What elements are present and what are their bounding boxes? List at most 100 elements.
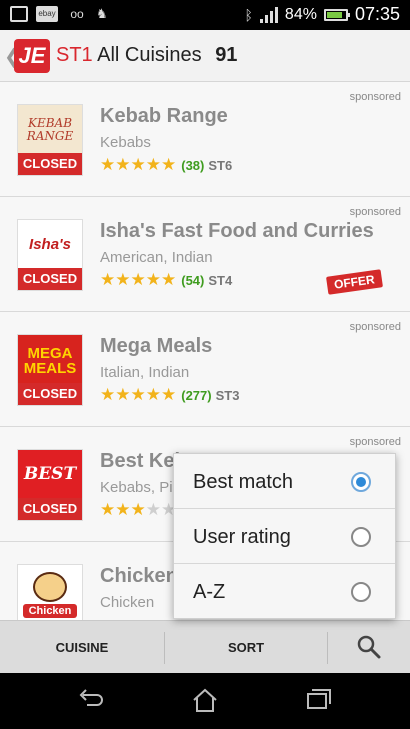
logo-text: BEST xyxy=(23,464,77,484)
restaurant-cuisine: Chicken xyxy=(100,594,155,611)
home-icon[interactable] xyxy=(191,687,219,713)
voicemail-icon: oo xyxy=(70,7,84,21)
review-count: (38) xyxy=(181,158,205,173)
sort-popup: Best match User rating A-Z xyxy=(173,453,396,619)
logo-text: Isha's xyxy=(29,235,71,253)
search-button[interactable] xyxy=(328,621,410,674)
sort-option-a-z[interactable]: A-Z xyxy=(174,564,395,619)
star-icon: ★ xyxy=(130,270,146,289)
star-icon: ★ xyxy=(145,270,161,289)
sort-option-best-match[interactable]: Best match xyxy=(174,454,395,509)
restaurant-logo: MEGA MEALS CLOSED xyxy=(17,334,83,406)
ebay-icon: ebay xyxy=(36,6,58,22)
rating-row: ★★★★★ (38) ST6 xyxy=(100,156,232,175)
app-logo[interactable]: JE xyxy=(14,39,50,73)
closed-badge: CLOSED xyxy=(18,498,82,520)
recent-apps-icon[interactable] xyxy=(305,687,333,711)
sort-button[interactable]: SORT xyxy=(165,621,327,674)
star-icon: ★ xyxy=(130,155,146,174)
navigation-bar xyxy=(0,673,410,729)
restaurant-name: Kebab Range xyxy=(100,105,228,127)
restaurant-name: Best Kel xyxy=(100,450,181,472)
result-count: 91 xyxy=(215,44,238,66)
chicken-mascot-icon xyxy=(33,572,67,602)
restaurant-postcode: ST4 xyxy=(208,273,233,288)
restaurant-cuisine: Italian, Indian xyxy=(100,364,190,381)
bluetooth-icon: ᛒ xyxy=(244,6,253,23)
rating-row: ★★★★★ xyxy=(100,501,176,520)
sort-option-label: User rating xyxy=(193,526,291,548)
sponsored-label: sponsored xyxy=(349,206,401,218)
title-text: All Cuisines xyxy=(97,44,202,66)
star-icon: ★ xyxy=(115,500,131,519)
restaurant-postcode: ST6 xyxy=(208,158,233,173)
star-rating: ★★★★★ xyxy=(100,156,176,175)
search-icon xyxy=(357,635,381,659)
closed-badge: CLOSED xyxy=(18,268,82,290)
sponsored-label: sponsored xyxy=(349,436,401,448)
star-icon: ★ xyxy=(115,155,131,174)
star-icon: ★ xyxy=(130,500,146,519)
signal-icon xyxy=(259,6,278,23)
restaurant-logo: KEBAB RANGE CLOSED xyxy=(17,104,83,176)
star-icon: ★ xyxy=(100,155,116,174)
back-icon[interactable] xyxy=(77,687,105,711)
star-icon: ★ xyxy=(145,155,161,174)
rating-row: ★★★★★ (54) ST4 xyxy=(100,271,232,290)
star-icon: ★ xyxy=(100,270,116,289)
star-icon: ★ xyxy=(100,500,116,519)
status-bar: ebay oo ♞ ᛒ 84% 07:35 xyxy=(0,0,410,30)
restaurant-logo: Isha's CLOSED xyxy=(17,219,83,291)
sort-option-label: Best match xyxy=(193,471,294,493)
restaurant-row[interactable]: sponsored Isha's CLOSED Isha's Fast Food… xyxy=(0,197,410,312)
postcode: ST1 xyxy=(56,44,93,66)
restaurant-row[interactable]: sponsored MEGA MEALS CLOSED Mega Meals I… xyxy=(0,312,410,427)
restaurant-name: Chicken xyxy=(100,565,178,587)
star-rating: ★★★★★ xyxy=(100,271,176,290)
restaurant-cuisine: Kebabs, Pi xyxy=(100,479,173,496)
restaurant-name: Mega Meals xyxy=(100,335,213,357)
radio-button[interactable] xyxy=(351,472,371,492)
logo-text: Chicken xyxy=(18,565,82,620)
offer-badge: OFFER xyxy=(326,269,383,295)
star-rating: ★★★★★ xyxy=(100,501,176,520)
star-icon: ★ xyxy=(161,385,177,404)
sort-option-label: A-Z xyxy=(193,581,226,603)
logo-text: KEBAB RANGE xyxy=(26,116,74,143)
action-bar: ❮ JE ST1 All Cuisines 91 xyxy=(0,30,410,82)
page-title: ST1 All Cuisines 91 xyxy=(56,44,237,67)
battery-icon xyxy=(323,8,350,21)
sponsored-label: sponsored xyxy=(349,91,401,103)
image-icon xyxy=(10,6,28,22)
restaurant-name: Isha's Fast Food and Curries xyxy=(100,220,374,242)
sort-option-user-rating[interactable]: User rating xyxy=(174,509,395,564)
restaurant-logo: BEST CLOSED xyxy=(17,449,83,521)
battery-percent: 84% xyxy=(284,5,317,23)
review-count: (277) xyxy=(181,388,212,403)
logo-text: MEGA MEALS xyxy=(23,344,77,377)
star-icon: ★ xyxy=(130,385,146,404)
star-icon: ★ xyxy=(115,385,131,404)
restaurant-cuisine: American, Indian xyxy=(100,249,213,266)
restaurant-logo: Chicken xyxy=(17,564,83,620)
star-icon: ★ xyxy=(161,155,177,174)
review-count: (54) xyxy=(181,273,205,288)
closed-badge: CLOSED xyxy=(18,153,82,175)
clock: 07:35 xyxy=(354,4,400,24)
star-icon: ★ xyxy=(100,385,116,404)
star-icon: ★ xyxy=(145,385,161,404)
star-icon: ★ xyxy=(115,270,131,289)
rating-row: ★★★★★ (277) ST3 xyxy=(100,386,239,405)
star-icon: ★ xyxy=(145,500,161,519)
restaurant-cuisine: Kebabs xyxy=(100,134,151,151)
cuisine-button[interactable]: CUISINE xyxy=(0,621,164,674)
radio-button[interactable] xyxy=(351,527,371,547)
radio-button[interactable] xyxy=(351,582,371,602)
sponsored-label: sponsored xyxy=(349,321,401,333)
restaurant-postcode: ST3 xyxy=(215,388,240,403)
bottom-toolbar: CUISINE SORT xyxy=(0,620,410,673)
closed-badge: CLOSED xyxy=(18,383,82,405)
animal-icon: ♞ xyxy=(96,6,108,21)
star-icon: ★ xyxy=(161,270,177,289)
restaurant-row[interactable]: sponsored KEBAB RANGE CLOSED Kebab Range… xyxy=(0,82,410,197)
